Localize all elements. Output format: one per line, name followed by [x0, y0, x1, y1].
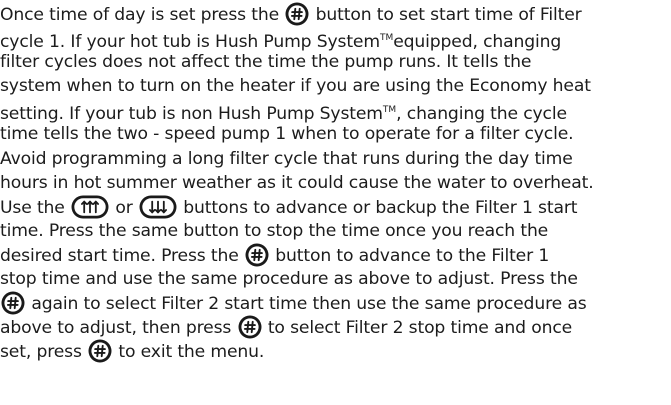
text-segment: buttons to advance or backup the Filter … — [177, 197, 578, 218]
trademark-mark: TM — [382, 105, 397, 116]
text-segment: set, press — [0, 342, 88, 363]
text-segment: or — [110, 197, 138, 218]
mode-button-icon — [245, 243, 269, 267]
text-segment: above to adjust, then press — [0, 318, 237, 339]
text-segment: equipped, changing — [393, 32, 562, 53]
text-segment: button to advance to the Filter 1 — [269, 245, 550, 266]
text-line-7: Avoid programming a long filter cycle th… — [0, 148, 573, 169]
text-line-13: again to select Filter 2 start time then… — [0, 291, 671, 315]
text-line-14: above to adjust, then press to select Fi… — [0, 315, 671, 339]
text-segment: desired start time. Press the — [0, 245, 244, 266]
text-line-3: filter cycles does not affect the time t… — [0, 52, 532, 73]
text-line-8: hours in hot summer weather as it could … — [0, 172, 594, 193]
mode-button-icon — [88, 339, 112, 363]
text-segment: Once time of day is set press the — [0, 5, 285, 25]
text-line-10: time. Press the same button to stop the … — [0, 220, 549, 241]
text-segment: cycle 1. If your hot tub is Hush Pump Sy… — [0, 32, 380, 53]
cooler-button-icon — [139, 195, 177, 219]
text-line-9: Use the or buttons to advance or backup … — [0, 195, 671, 219]
text-line-2: cycle 1. If your hot tub is Hush Pump Sy… — [0, 26, 671, 53]
text-segment: again to select Filter 2 start time then… — [26, 294, 587, 315]
text-segment: button to set start time of Filter — [310, 5, 582, 25]
manual-page: Once time of day is set press the button… — [0, 0, 671, 405]
mode-button-icon — [238, 315, 262, 339]
trademark-mark: TM — [379, 33, 394, 44]
text-segment: to select Filter 2 stop time and once — [262, 318, 573, 339]
text-line-5: setting. If your tub is non Hush Pump Sy… — [0, 98, 671, 125]
warmer-button-icon — [71, 195, 109, 219]
text-segment: , changing the cycle — [396, 104, 567, 125]
text-segment: setting. If your tub is non Hush Pump Sy… — [0, 104, 383, 125]
text-line-4: system when to turn on the heater if you… — [0, 76, 591, 97]
mode-button-icon — [285, 2, 309, 26]
mode-button-icon — [1, 291, 25, 315]
text-line-6: time tells the two - speed pump 1 when t… — [0, 124, 574, 145]
text-line-15: set, press to exit the menu. — [0, 339, 671, 363]
text-line-11: desired start time. Press the button to … — [0, 243, 671, 267]
text-segment: Use the — [0, 197, 71, 218]
text-line-1: Once time of day is set press the button… — [0, 2, 671, 26]
text-line-12: stop time and use the same procedure as … — [0, 269, 578, 290]
text-segment: to exit the menu. — [113, 342, 265, 363]
filter-cycle-instructions: Once time of day is set press the button… — [0, 2, 671, 363]
